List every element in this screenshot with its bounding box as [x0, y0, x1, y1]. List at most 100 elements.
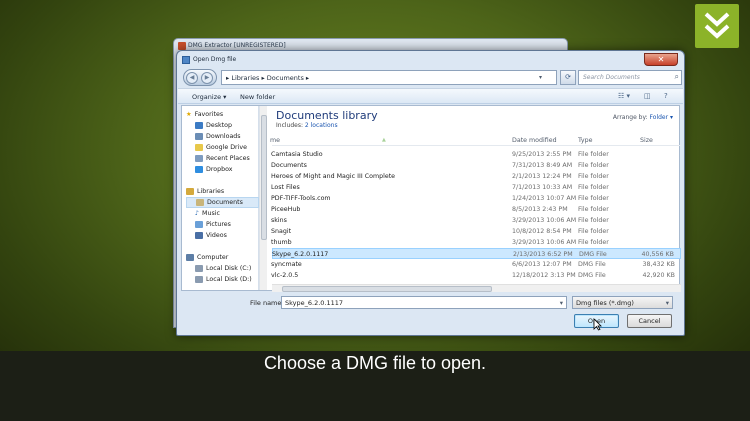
h-scroll-thumb[interactable]	[282, 286, 492, 292]
address-bar[interactable]: ▸ Libraries ▸ Documents ▸ ▾	[221, 70, 557, 85]
nav-item-desktop[interactable]: Desktop	[195, 120, 232, 131]
close-button[interactable]: ✕	[644, 53, 678, 66]
help-icon[interactable]: ?	[664, 92, 668, 100]
table-row[interactable]: thumb 3/29/2013 10:06 AM File folder	[271, 237, 681, 248]
dropbox-icon	[195, 166, 203, 173]
file-type: File folder	[578, 184, 609, 191]
file-date: 3/29/2013 10:06 AM	[512, 239, 577, 246]
back-button[interactable]: ◀	[186, 72, 198, 84]
nav-item-documents[interactable]: Documents	[186, 197, 259, 208]
address-dropdown-icon[interactable]: ▾	[539, 74, 542, 81]
table-row[interactable]: Documents 7/31/2013 8:49 AM File folder	[271, 160, 681, 171]
file-size: 40,556 KB	[641, 251, 674, 258]
chevron-down-icon	[704, 12, 730, 39]
file-size: 42,920 KB	[642, 272, 675, 279]
library-title: Documents library	[276, 109, 378, 122]
nav-label: Music	[202, 210, 220, 217]
file-type: File folder	[578, 239, 609, 246]
file-type-dropdown-icon[interactable]: ▾	[666, 299, 669, 307]
arrange-by: Arrange by: Folder ▾	[613, 114, 673, 121]
table-row[interactable]: vlc-2.0.5 12/18/2012 3:13 PM DMG File 42,92…	[271, 270, 681, 281]
search-placeholder: Search Documents	[583, 74, 640, 81]
nav-scroll-thumb[interactable]	[261, 115, 267, 240]
nav-item-music[interactable]: ♪ Music	[195, 208, 220, 219]
nav-item-local-disk-d[interactable]: Local Disk (D:)	[195, 274, 252, 285]
nav-item-local-disk-c[interactable]: Local Disk (C:)	[195, 263, 251, 274]
table-row[interactable]: PDF-TIFF-Tools.com 1/24/2013 10:07 AM File…	[271, 193, 681, 204]
desktop-icon	[195, 122, 203, 129]
nav-scrollbar[interactable]	[259, 106, 267, 290]
nav-label: Pictures	[206, 221, 231, 228]
preview-pane-icon[interactable]: ◫	[644, 92, 651, 100]
nav-computer-header[interactable]: Computer	[186, 252, 228, 263]
nav-label: Local Disk (D:)	[206, 276, 252, 283]
nav-favorites-header[interactable]: ★ Favorites	[186, 109, 223, 120]
file-date: 3/29/2013 10:06 AM	[512, 217, 577, 224]
nav-label: Libraries	[197, 188, 225, 195]
file-type: File folder	[578, 162, 609, 169]
dialog-titlebar[interactable]: Open Dmg file ✕	[177, 51, 684, 66]
view-options-icon[interactable]: ☷ ▾	[618, 92, 630, 100]
file-type: File folder	[578, 173, 609, 180]
refresh-button[interactable]: ⟳	[560, 70, 576, 85]
dialog-title: Open Dmg file	[193, 56, 237, 63]
breadcrumb[interactable]: ▸ Libraries ▸ Documents ▸	[226, 74, 309, 82]
file-type: DMG File	[578, 272, 606, 279]
horizontal-scrollbar[interactable]	[272, 284, 681, 292]
table-row[interactable]: Camtasia Studio 9/25/2013 2:55 PM File fol…	[271, 149, 681, 160]
parent-window-title: DMG Extractor [UNREGISTERED]	[188, 42, 286, 49]
column-type[interactable]: Type	[578, 137, 592, 144]
file-type: File folder	[578, 195, 609, 202]
column-date[interactable]: Date modified	[512, 137, 557, 144]
file-type-value[interactable]: Dmg files (*.dmg)	[576, 299, 634, 307]
file-type-select[interactable]: Dmg files (*.dmg) ▾	[572, 296, 673, 309]
file-name-label: File name:	[250, 299, 284, 307]
arrange-dropdown[interactable]: Folder ▾	[650, 114, 673, 121]
table-row[interactable]: Lost Files 7/1/2013 10:33 AM File folder	[271, 182, 681, 193]
star-icon: ★	[186, 111, 192, 118]
drive-icon	[195, 265, 203, 272]
column-size[interactable]: Size	[640, 137, 653, 144]
file-size: 38,432 KB	[642, 261, 675, 268]
locations-link[interactable]: 2 locations	[305, 122, 338, 129]
brand-logo	[695, 4, 739, 48]
table-row[interactable]: Snagit 10/8/2012 8:54 PM File folder	[271, 226, 681, 237]
nav-item-google-drive[interactable]: Google Drive	[195, 142, 247, 153]
back-forward-buttons: ◀ ▶	[183, 69, 217, 86]
file-date: 10/8/2012 8:54 PM	[512, 228, 572, 235]
new-folder-button[interactable]: New folder	[240, 93, 275, 101]
nav-item-videos[interactable]: Videos	[195, 230, 227, 241]
column-name[interactable]: me	[270, 137, 280, 144]
file-name-field[interactable]: Skype_6.2.0.1117 ▾	[281, 296, 567, 309]
nav-label: Google Drive	[206, 144, 247, 151]
table-row[interactable]: Skype_6.2.0.1117 2/13/2013 6:52 PM DMG Fil…	[272, 248, 681, 259]
nav-label: Videos	[206, 232, 227, 239]
table-row[interactable]: skins 3/29/2013 10:06 AM File folder	[271, 215, 681, 226]
file-date: 6/6/2013 12:07 PM	[512, 261, 572, 268]
file-name-value[interactable]: Skype_6.2.0.1117	[285, 299, 343, 307]
file-date: 12/18/2012 3:13 PM	[512, 272, 576, 279]
table-row[interactable]: syncmate 6/6/2013 12:07 PM DMG File 38,432 …	[271, 259, 681, 270]
search-input[interactable]: Search Documents ⌕	[578, 70, 682, 85]
forward-button[interactable]: ▶	[201, 72, 213, 84]
organize-button[interactable]: Organize ▾	[192, 93, 226, 101]
file-type: File folder	[578, 228, 609, 235]
nav-label: Favorites	[194, 111, 224, 118]
table-row[interactable]: PiceeHub 8/5/2013 2:43 PM File folder	[271, 204, 681, 215]
nav-item-dropbox[interactable]: Dropbox	[195, 164, 233, 175]
file-type: File folder	[578, 206, 609, 213]
content-area: ★ Favorites Desktop Downloads Google Dri…	[181, 105, 681, 292]
table-row[interactable]: Heroes of Might and Magic III Complete 2/…	[271, 171, 681, 182]
nav-item-downloads[interactable]: Downloads	[195, 131, 241, 142]
nav-item-recent-places[interactable]: Recent Places	[195, 153, 250, 164]
file-type: File folder	[578, 217, 609, 224]
nav-libraries-header[interactable]: Libraries	[186, 186, 224, 197]
file-name: skins	[271, 217, 287, 224]
cancel-button[interactable]: Cancel	[627, 314, 672, 328]
file-name-dropdown-icon[interactable]: ▾	[560, 299, 563, 307]
documents-icon	[196, 199, 204, 206]
search-icon[interactable]: ⌕	[675, 72, 679, 82]
nav-item-pictures[interactable]: Pictures	[195, 219, 231, 230]
includes-label: Includes:	[276, 122, 305, 129]
libraries-icon	[186, 188, 194, 195]
